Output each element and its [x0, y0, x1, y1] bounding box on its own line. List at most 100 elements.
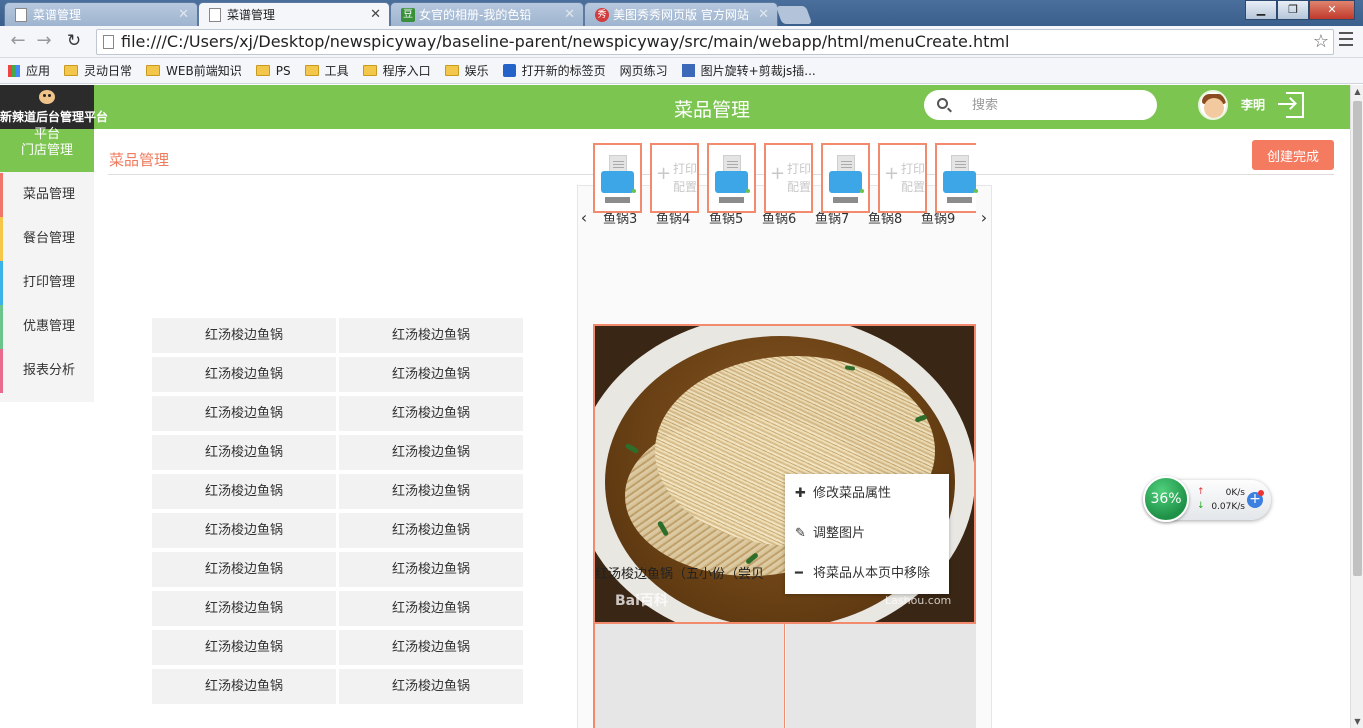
dish-item[interactable]: 红汤梭边鱼锅	[339, 591, 523, 626]
address-bar[interactable]: file:///C:/Users/xj/Desktop/newspicyway/…	[96, 29, 1334, 55]
sidebar-item-dishes[interactable]: 菜品管理	[0, 173, 94, 217]
add-print-config-button[interactable]: + 打印 配置	[650, 143, 699, 213]
close-icon[interactable]: ✕	[370, 3, 381, 26]
bookmark-item[interactable]: 应用	[8, 62, 50, 79]
close-icon[interactable]: ✕	[178, 3, 189, 26]
chevron-left-icon[interactable]: ‹	[578, 208, 590, 228]
minimize-button[interactable]: ▁	[1245, 0, 1277, 20]
folder-icon	[255, 65, 270, 76]
bookmark-item[interactable]: 灵动日常	[64, 62, 132, 79]
printer-icon[interactable]	[593, 143, 642, 213]
bookmark-item[interactable]: PS	[255, 64, 291, 78]
close-icon[interactable]: ✕	[758, 3, 769, 26]
dish-item[interactable]: 红汤梭边鱼锅	[339, 474, 523, 509]
sidebar-item-reports[interactable]: 报表分析	[0, 349, 94, 393]
window-close-button[interactable]: ✕	[1309, 0, 1355, 20]
dish-item[interactable]: 红汤梭边鱼锅	[152, 591, 336, 626]
reload-icon[interactable]: ↻	[64, 31, 84, 51]
plus-icon: +	[884, 163, 900, 184]
dish-item[interactable]: 红汤梭边鱼锅	[152, 669, 336, 704]
create-complete-button[interactable]: 创建完成	[1252, 140, 1334, 170]
dish-item[interactable]: 红汤梭边鱼锅	[339, 552, 523, 587]
dish-slot[interactable]	[786, 624, 976, 728]
menu-item-adjust-image[interactable]: ✎ 调整图片	[785, 514, 949, 554]
watermark: Bai百科	[615, 593, 668, 609]
back-arrow-icon[interactable]: ←	[8, 31, 28, 51]
bookmark-item[interactable]: 娱乐	[444, 62, 489, 79]
dish-item[interactable]: 红汤梭边鱼锅	[152, 513, 336, 548]
scrollbar[interactable]: ▲ ▼	[1350, 85, 1363, 728]
add-print-config-button[interactable]: + 打印 配置	[764, 143, 813, 213]
dish-item[interactable]: 红汤梭边鱼锅	[152, 357, 336, 392]
new-tab-button[interactable]	[775, 6, 813, 24]
sidebar-item-label: 平台	[33, 127, 60, 142]
memory-percent: 36%	[1143, 476, 1189, 522]
download-arrow-icon: ↓	[1197, 501, 1205, 511]
sidebar-item-promotions[interactable]: 优惠管理	[0, 305, 94, 349]
printer-icon[interactable]	[935, 143, 978, 213]
browser-tab[interactable]: 秀 美图秀秀网页版 官方网站 ✕	[584, 2, 778, 26]
tab-title: 菜谱管理	[33, 8, 82, 22]
dish-item[interactable]: 红汤梭边鱼锅	[152, 630, 336, 665]
image-icon	[681, 64, 695, 77]
close-icon[interactable]: ✕	[564, 3, 575, 26]
scrollbar-thumb[interactable]	[1353, 101, 1362, 576]
star-icon[interactable]: ☆	[1313, 30, 1329, 54]
sidebar: 平台 门店管理 菜品管理 餐台管理 打印管理 优惠管理 报表分析	[0, 127, 94, 402]
dish-slot[interactable]	[595, 624, 785, 728]
dish-item[interactable]: 红汤梭边鱼锅	[339, 669, 523, 704]
bookmark-item[interactable]: WEB前端知识	[146, 62, 242, 79]
page-title: 菜品管理	[673, 99, 750, 121]
sidebar-item-printing[interactable]: 打印管理	[0, 261, 94, 305]
search-box[interactable]	[924, 90, 1157, 120]
app-header: 新辣道后台管理平台 菜品管理 李明	[0, 85, 1350, 129]
dish-item[interactable]: 红汤梭边鱼锅	[152, 435, 336, 470]
dish-item[interactable]: 红汤梭边鱼锅	[152, 474, 336, 509]
scroll-down-icon[interactable]: ▼	[1351, 715, 1363, 728]
section-title: 菜品管理	[109, 151, 170, 169]
add-print-config-button[interactable]: + 打印 配置	[878, 143, 927, 213]
forward-arrow-icon[interactable]: →	[34, 31, 54, 51]
browser-tab[interactable]: 菜谱管理 ✕	[4, 2, 198, 26]
scroll-up-icon[interactable]: ▲	[1351, 85, 1363, 98]
bookmarks-bar: 应用 灵动日常 WEB前端知识 PS 工具 程序入口 娱乐 打开新的标签页 网页…	[0, 58, 1363, 156]
bookmark-item[interactable]: 打开新的标签页	[502, 62, 606, 79]
notification-dot	[1258, 490, 1264, 496]
logout-icon[interactable]	[1278, 92, 1306, 118]
menu-item-remove-dish[interactable]: ━ 将菜品从本页中移除	[785, 554, 949, 594]
dish-item[interactable]: 红汤梭边鱼锅	[152, 396, 336, 431]
search-icon[interactable]	[937, 98, 948, 109]
dish-item[interactable]: 红汤梭边鱼锅	[339, 396, 523, 431]
bookmark-item[interactable]: 工具	[304, 62, 349, 79]
browser-tab[interactable]: 豆 女官的相册-我的色铅 ✕	[390, 2, 584, 26]
avatar[interactable]	[1198, 90, 1228, 120]
upload-speed: 0K/s	[1225, 488, 1245, 498]
bookmark-item[interactable]: 程序入口	[362, 62, 431, 79]
dish-item[interactable]: 红汤梭边鱼锅	[339, 357, 523, 392]
folder-icon	[444, 65, 459, 76]
user-name[interactable]: 李明	[1241, 96, 1265, 113]
dish-item[interactable]: 红汤梭边鱼锅	[339, 435, 523, 470]
bookmark-item[interactable]: 网页练习	[0, 62, 668, 156]
network-speed-widget[interactable]: 36% ↑ 0K/s ↓ 0.07K/s +	[1143, 476, 1271, 522]
maximize-button[interactable]: ❐	[1277, 0, 1309, 20]
meitu-icon: 秀	[595, 8, 609, 22]
chevron-right-icon[interactable]: ›	[978, 208, 990, 228]
menu-item-edit-properties[interactable]: ✚ 修改菜品属性	[785, 474, 949, 514]
dish-item[interactable]: 红汤梭边鱼锅	[339, 630, 523, 665]
bookmark-item[interactable]: 图片旋转+剪裁js插...	[681, 62, 816, 79]
dish-item[interactable]: 红汤梭边鱼锅	[339, 513, 523, 548]
search-input[interactable]	[972, 95, 1142, 115]
dish-item[interactable]: 红汤梭边鱼锅	[152, 552, 336, 587]
menu-icon[interactable]	[1339, 32, 1353, 46]
sidebar-item-store[interactable]: 平台 门店管理	[0, 127, 94, 172]
browser-tab-active[interactable]: 菜谱管理 ✕	[198, 2, 390, 26]
dish-item[interactable]: 红汤梭边鱼锅	[339, 318, 523, 353]
printer-icon[interactable]	[821, 143, 870, 213]
dish-item[interactable]: 红汤梭边鱼锅	[152, 318, 336, 353]
apps-icon	[8, 64, 20, 77]
sidebar-item-tables[interactable]: 餐台管理	[0, 217, 94, 261]
page-icon	[15, 8, 27, 22]
folder-icon	[362, 65, 377, 76]
printer-icon[interactable]	[707, 143, 756, 213]
